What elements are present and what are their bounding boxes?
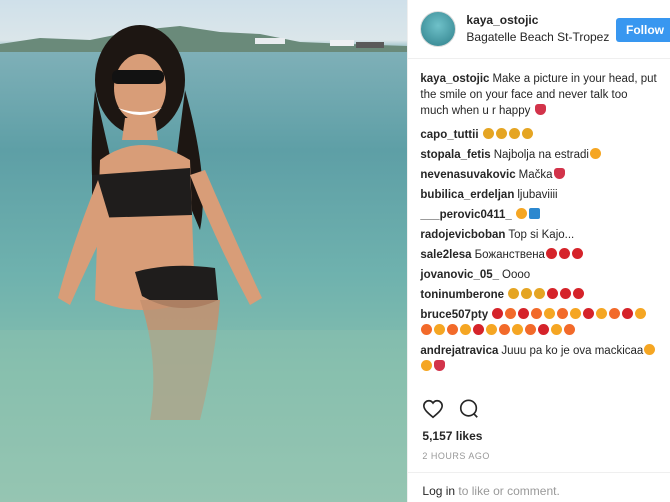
red-emoji-icon	[545, 248, 557, 259]
gold-emoji-icon	[482, 128, 494, 139]
comment-username[interactable]: capo_tuttii	[420, 129, 478, 141]
red-emoji-icon	[571, 248, 583, 259]
orange-emoji-icon	[589, 148, 601, 159]
comment-row: jovanovic_05_ Oooo	[420, 267, 658, 283]
post-sidebar: kaya_ostojic Bagatelle Beach St-Tropez F…	[407, 0, 670, 502]
comment-text: ljubaviiii	[517, 189, 558, 201]
gold-emoji-icon	[521, 288, 533, 299]
comment-username[interactable]: andrejatravica	[420, 345, 498, 357]
heart-icon[interactable]	[422, 398, 444, 420]
comment-text: Mačka	[518, 169, 553, 181]
fire-emoji-icon	[505, 308, 517, 319]
instagram-post: kaya_ostojic Bagatelle Beach St-Tropez F…	[0, 0, 670, 502]
gold-emoji-icon	[521, 128, 533, 139]
red-emoji-icon	[492, 308, 504, 319]
comment-rows: capo_tuttii stopala_fetis Najbolja na estr…	[420, 127, 658, 375]
comment-text: Божанствена	[474, 249, 545, 261]
likes-count[interactable]: 5,157 likes	[422, 429, 482, 443]
comment-icon[interactable]	[458, 398, 480, 420]
action-bar	[422, 398, 480, 420]
comment-text: Oooo	[502, 269, 531, 281]
gold-emoji-icon	[495, 128, 507, 139]
comment-row: bubilica_erdeljan ljubaviiii	[420, 187, 658, 203]
orange-emoji-icon	[570, 308, 582, 319]
fire-emoji-icon	[557, 308, 569, 319]
comment-username[interactable]: sale2lesa	[420, 249, 471, 261]
blue-emoji-icon	[528, 208, 540, 219]
follow-button[interactable]: Follow	[616, 18, 670, 42]
orange-emoji-icon	[460, 324, 472, 335]
broken-heart-emoji-icon	[534, 104, 546, 115]
fire-emoji-icon	[447, 324, 459, 335]
heart-emoji-icon	[553, 168, 565, 179]
red-emoji-icon	[622, 308, 634, 319]
fire-emoji-icon	[525, 324, 537, 335]
username[interactable]: kaya_ostojic	[466, 12, 609, 29]
comment-username[interactable]: stopala_fetis	[420, 149, 490, 161]
fire-emoji-icon	[564, 324, 576, 335]
gold-emoji-icon	[508, 288, 520, 299]
comment-row: sale2lesa Божанствена	[420, 247, 658, 263]
avatar[interactable]	[420, 11, 457, 47]
woman-in-water	[0, 25, 408, 502]
fire-emoji-icon	[499, 324, 511, 335]
comment-username[interactable]: jovanovic_05_	[420, 269, 499, 281]
red-emoji-icon	[583, 308, 595, 319]
fire-emoji-icon	[531, 308, 543, 319]
comment-row: andrejatravica Juuu pa ko je ova mackicaa	[420, 343, 658, 375]
orange-emoji-icon	[434, 324, 446, 335]
orange-emoji-icon	[421, 360, 433, 371]
orange-emoji-icon	[544, 308, 556, 319]
comments-list: kaya_ostojic Make a picture in your head,…	[408, 59, 670, 386]
comment-row: bruce507pty	[420, 307, 658, 339]
login-link[interactable]: Log in	[422, 484, 455, 498]
comment-text: Juuu pa ko je ova mackicaa	[501, 345, 644, 357]
comment-row: capo_tuttii	[420, 127, 658, 143]
post-header: kaya_ostojic Bagatelle Beach St-Tropez F…	[408, 0, 670, 59]
comment-row: ___perovic0411_	[420, 207, 658, 223]
orange-emoji-icon	[512, 324, 524, 335]
caption-username[interactable]: kaya_ostojic	[420, 73, 489, 85]
red-emoji-icon	[560, 288, 572, 299]
comment-username[interactable]: bubilica_erdeljan	[420, 189, 514, 201]
comment-row: radojevicboban Top si Kajo...	[420, 227, 658, 243]
gold-emoji-icon	[534, 288, 546, 299]
fire-emoji-icon	[609, 308, 621, 319]
orange-emoji-icon	[486, 324, 498, 335]
post-time[interactable]: 2 HOURS AGO	[422, 451, 490, 461]
comment-username[interactable]: toninumberone	[420, 289, 504, 301]
fire-emoji-icon	[421, 324, 433, 335]
comment-username[interactable]: radojevicboban	[420, 229, 505, 241]
login-rest: to like or comment.	[455, 484, 560, 498]
gold-emoji-icon	[508, 128, 520, 139]
orange-emoji-icon	[596, 308, 608, 319]
comment-row: toninumberone	[420, 287, 658, 303]
comment-text: Top si Kajo...	[508, 229, 575, 241]
login-prompt: Log in to like or comment.	[408, 472, 670, 498]
orange-emoji-icon	[551, 324, 563, 335]
orange-emoji-icon	[635, 308, 647, 319]
comment-username[interactable]: nevenasuvakovic	[420, 169, 515, 181]
post-photo[interactable]	[0, 0, 408, 502]
red-emoji-icon	[473, 324, 485, 335]
red-emoji-icon	[538, 324, 550, 335]
red-emoji-icon	[558, 248, 570, 259]
heart-emoji-icon	[434, 360, 446, 371]
orange-emoji-icon	[644, 344, 656, 355]
orange-emoji-icon	[515, 208, 527, 219]
comment-username[interactable]: ___perovic0411_	[420, 209, 511, 221]
comment-row: nevenasuvakovic Mačka	[420, 167, 658, 183]
caption: kaya_ostojic Make a picture in your head,…	[420, 71, 658, 119]
location[interactable]: Bagatelle Beach St-Tropez	[466, 29, 609, 46]
red-emoji-icon	[547, 288, 559, 299]
red-emoji-icon	[518, 308, 530, 319]
comment-row: stopala_fetis Najbolja na estradi	[420, 147, 658, 163]
comment-text: Najbolja na estradi	[493, 149, 589, 161]
red-emoji-icon	[573, 288, 585, 299]
comment-username[interactable]: bruce507pty	[420, 309, 488, 321]
